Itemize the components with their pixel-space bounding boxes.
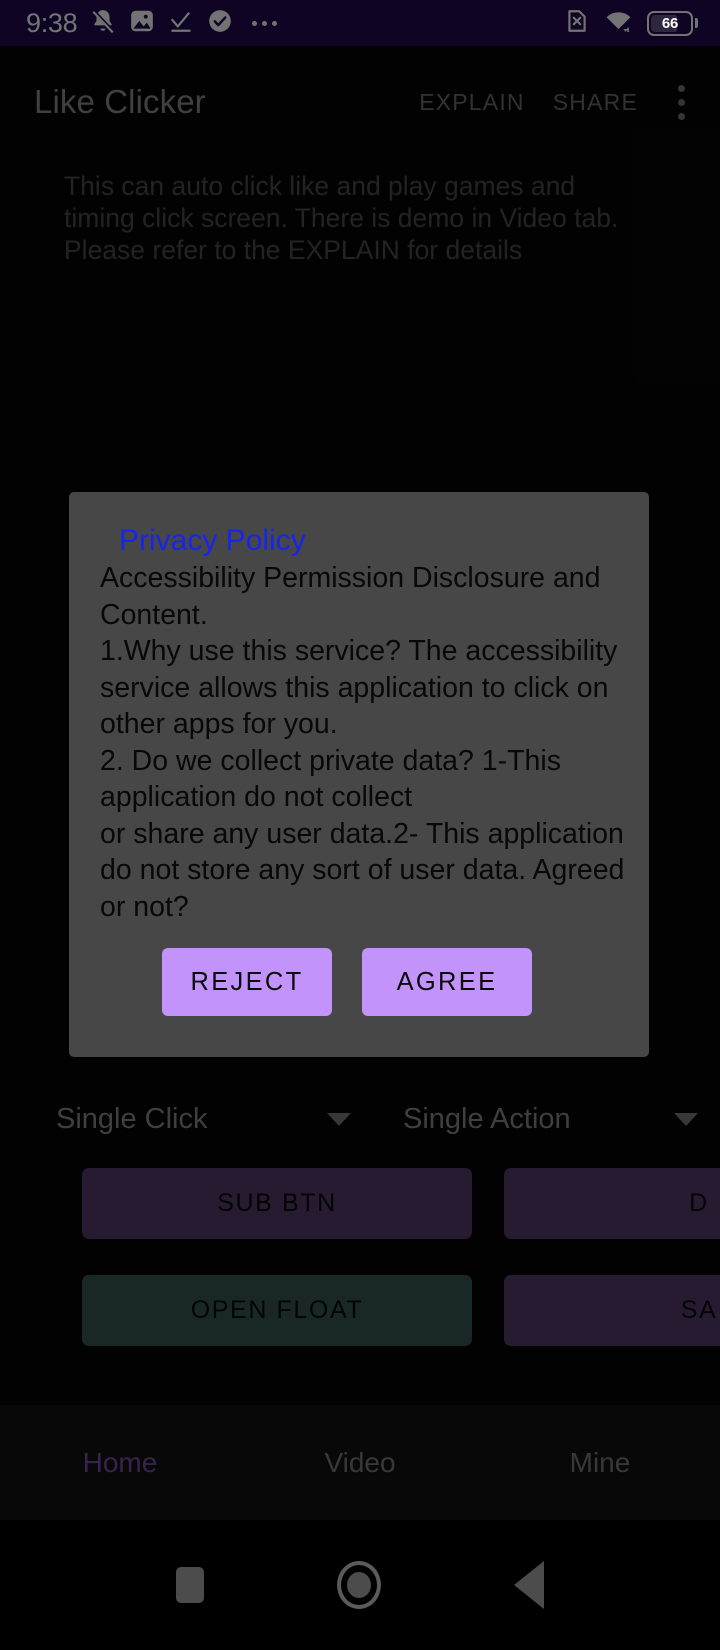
click-mode-spinner[interactable]: Single Click [0,1103,373,1136]
bell-mute-icon [90,8,116,39]
tab-mine[interactable]: Mine [480,1447,720,1479]
chevron-down-icon [674,1112,698,1126]
action-button-grid: SUB BTN D OPEN FLOAT SA [0,1168,720,1382]
status-bar-clock: 9:38 [26,7,78,38]
tab-video[interactable]: Video [240,1447,480,1479]
triangle-back-icon[interactable] [513,1561,544,1609]
battery-percent-label: 66 [661,14,679,32]
save-button[interactable]: SA [504,1275,720,1346]
check-underline-icon [168,8,194,39]
spinner-row: Single Click Single Action [0,1085,720,1153]
ellipsis-icon [252,20,278,26]
sub-btn-button[interactable]: SUB BTN [82,1168,472,1239]
bottom-navigation: Home Video Mine [0,1405,720,1520]
privacy-policy-link[interactable]: Privacy Policy [119,524,306,558]
more-vertical-icon[interactable] [658,74,704,130]
dialog-actions: REJECT AGREE [69,948,649,1016]
wifi-icon [604,8,633,39]
tab-home[interactable]: Home [0,1447,240,1479]
status-bar-left: 9:38 [26,8,564,39]
phone-screen: 9:38 66 Like Clicker EXPLAIN SHARE This … [0,0,720,1650]
app-bar: Like Clicker EXPLAIN SHARE [0,46,720,158]
share-button[interactable]: SHARE [539,79,652,126]
battery-indicator: 66 [647,10,698,36]
sim-card-off-icon [564,8,590,39]
circle-home-icon[interactable] [336,1561,381,1609]
agree-button[interactable]: AGREE [362,948,532,1016]
action-mode-spinner[interactable]: Single Action [373,1103,720,1136]
open-float-button[interactable]: OPEN FLOAT [82,1275,472,1346]
reject-button[interactable]: REJECT [162,948,332,1016]
button-row-2: OPEN FLOAT SA [0,1275,720,1346]
status-bar: 9:38 66 [0,0,720,46]
status-bar-right: 66 [564,8,698,39]
click-mode-label: Single Click [56,1102,208,1135]
dialog-message: Accessibility Permission Disclosure and … [100,562,625,923]
photo-icon [129,8,155,39]
check-circle-icon [207,8,233,39]
chevron-down-icon [327,1112,351,1126]
button-row-1: SUB BTN D [0,1168,720,1239]
action-mode-label: Single Action [403,1102,571,1135]
delete-button[interactable]: D [504,1168,720,1239]
square-recents-icon[interactable] [176,1567,205,1603]
page-title: Like Clicker [34,83,206,120]
privacy-policy-dialog: Privacy Policy Accessibility Permission … [69,492,649,1057]
system-navigation-bar [0,1520,720,1650]
explain-button[interactable]: EXPLAIN [405,79,539,126]
